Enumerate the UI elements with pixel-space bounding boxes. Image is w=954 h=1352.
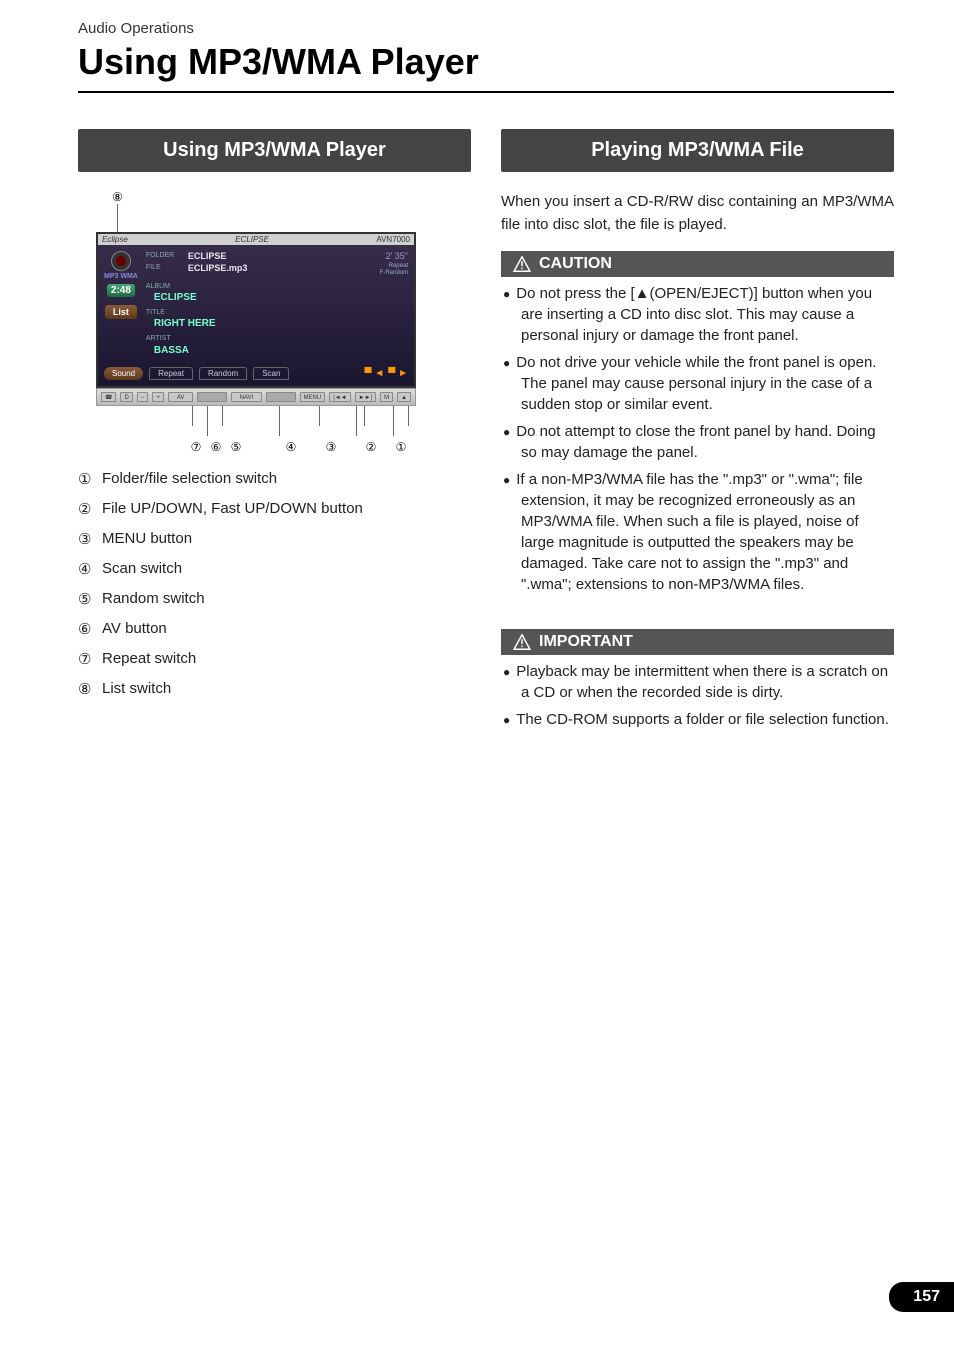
intro-text: When you insert a CD-R/RW disc containin…: [501, 190, 894, 237]
important-header: IMPORTANT: [501, 629, 894, 655]
elapsed-badge: 2:48: [107, 284, 135, 297]
callout-1: ①: [396, 440, 407, 454]
important-list: Playback may be intermittent when there …: [501, 655, 894, 746]
track-time: 2' 35": [386, 251, 408, 261]
legend-list: ①Folder/file selection switch ②File UP/D…: [78, 470, 471, 698]
d-button[interactable]: D: [120, 392, 132, 402]
vol-down-button[interactable]: −: [137, 392, 149, 402]
legend-item: ⑤Random switch: [78, 590, 471, 608]
caution-item: Do not attempt to close the front panel …: [503, 421, 892, 463]
caution-header: CAUTION: [501, 251, 894, 277]
scan-tab[interactable]: Scan: [253, 367, 289, 380]
warning-icon: [513, 256, 531, 272]
caution-item: If a non-MP3/WMA file has the ".mp3" or …: [503, 469, 892, 595]
next-button[interactable]: ►►|: [355, 392, 376, 402]
folder-next-icon[interactable]: ▀ ►: [388, 368, 408, 379]
navi-button[interactable]: NAVI: [231, 392, 263, 402]
legend-item: ②File UP/DOWN, Fast UP/DOWN button: [78, 500, 471, 518]
prev-button[interactable]: |◄◄: [329, 392, 350, 402]
important-item: The CD-ROM supports a folder or file sel…: [503, 709, 892, 730]
list-button[interactable]: List: [105, 305, 137, 319]
callout-7: ⑦: [191, 440, 202, 454]
repeat-indicator: Repeat: [380, 263, 408, 271]
bezel-panel: ☎ D − + AV NAVI MENU |◄◄ ►►| M ▲: [96, 388, 416, 406]
legend-item: ⑧List switch: [78, 680, 471, 698]
av-button[interactable]: AV: [168, 392, 194, 402]
vol-up-button[interactable]: +: [152, 392, 164, 402]
blank-button-1[interactable]: [197, 392, 226, 402]
callout-8: ⑧: [112, 190, 465, 204]
blank-button-2[interactable]: [266, 392, 295, 402]
legend-item: ⑦Repeat switch: [78, 650, 471, 668]
device-illustration: ⑧ Eclipse ECLIPSE AVN7000 MP3 WMA 2:48 L…: [84, 190, 465, 456]
caution-item: Do not drive your vehicle while the fron…: [503, 352, 892, 415]
menu-button[interactable]: MENU: [300, 392, 326, 402]
caution-item: Do not press the [▲(OPEN/EJECT)] button …: [503, 283, 892, 346]
caution-box: CAUTION Do not press the [▲(OPEN/EJECT)]…: [501, 251, 894, 611]
callout-4: ④: [286, 440, 297, 454]
callout-5: ⑤: [231, 440, 242, 454]
callout-6: ⑥: [211, 440, 222, 454]
artist-label: ARTIST: [146, 334, 408, 343]
title-value: RIGHT HERE: [154, 317, 408, 330]
legend-item: ⑥AV button: [78, 620, 471, 638]
callout-row: ⑦ ⑥ ⑤ ④ ③ ② ①: [96, 406, 416, 456]
section-header-playing: Playing MP3/WMA File: [501, 129, 894, 172]
caution-list: Do not press the [▲(OPEN/EJECT)] button …: [501, 277, 894, 611]
important-title: IMPORTANT: [539, 633, 633, 651]
right-column: Playing MP3/WMA File When you insert a C…: [501, 129, 894, 764]
page-title: Using MP3/WMA Player: [78, 41, 894, 93]
file-label: FILE: [146, 263, 182, 275]
m-button[interactable]: M: [380, 392, 393, 402]
callout-2: ②: [366, 440, 377, 454]
artist-value: BASSA: [154, 344, 408, 357]
folder-prev-icon[interactable]: ▀ ◄: [364, 368, 384, 379]
section-header-using: Using MP3/WMA Player: [78, 129, 471, 172]
screen-titlebar: Eclipse ECLIPSE AVN7000: [98, 234, 414, 245]
album-label: ALBUM: [146, 282, 408, 291]
page-number: 157: [889, 1282, 954, 1312]
phone-button[interactable]: ☎: [101, 392, 116, 402]
eject-button[interactable]: ▲: [397, 392, 411, 402]
title-label: TITLE: [146, 308, 408, 317]
warning-icon: [513, 634, 531, 650]
brand-left: Eclipse: [102, 235, 128, 244]
legend-item: ①Folder/file selection switch: [78, 470, 471, 488]
callout-3: ③: [326, 440, 337, 454]
left-column: Using MP3/WMA Player ⑧ Eclipse ECLIPSE A…: [78, 129, 471, 764]
model-label: AVN7000: [376, 235, 410, 244]
important-box: IMPORTANT Playback may be intermittent w…: [501, 629, 894, 746]
disc-icon: [111, 251, 131, 271]
folder-value: ECLIPSE: [188, 251, 227, 263]
file-value: ECLIPSE.mp3: [188, 263, 248, 275]
important-item: Playback may be intermittent when there …: [503, 661, 892, 703]
legend-item: ④Scan switch: [78, 560, 471, 578]
album-value: ECLIPSE: [154, 291, 408, 304]
format-badge: MP3 WMA: [104, 273, 138, 280]
player-screen: Eclipse ECLIPSE AVN7000 MP3 WMA 2:48 Lis…: [96, 232, 416, 388]
caution-title: CAUTION: [539, 255, 612, 273]
random-tab[interactable]: Random: [199, 367, 247, 380]
callout-8-line: [117, 204, 118, 232]
repeat-tab[interactable]: Repeat: [149, 367, 193, 380]
folder-label: FOLDER: [146, 251, 182, 263]
frandom-indicator: F-Random: [380, 270, 408, 278]
brand-center: ECLIPSE: [235, 235, 269, 244]
legend-item: ③MENU button: [78, 530, 471, 548]
sound-button[interactable]: Sound: [104, 367, 143, 380]
breadcrumb: Audio Operations: [78, 20, 894, 37]
